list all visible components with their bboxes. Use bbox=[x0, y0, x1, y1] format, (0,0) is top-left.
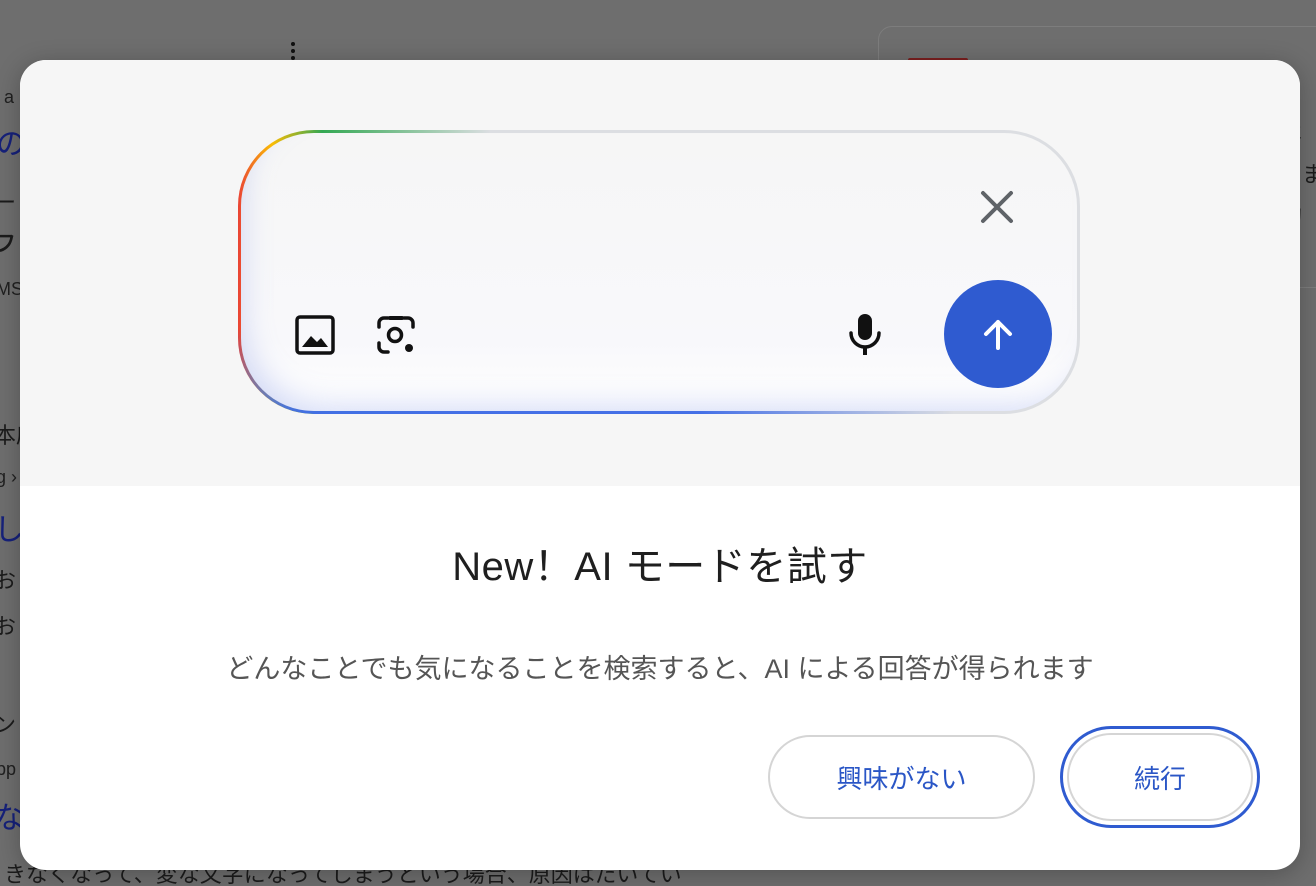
dialog-illustration bbox=[20, 60, 1300, 486]
continue-button[interactable]: 続行 bbox=[1060, 726, 1260, 828]
ai-mode-dialog: New！AI モードを試す どんなことでも気になることを検索すると、AI による… bbox=[20, 60, 1300, 870]
arrow-up-icon bbox=[984, 320, 1012, 350]
mic-icon bbox=[849, 314, 881, 355]
background-text: ー bbox=[0, 190, 17, 215]
send-button-illustration bbox=[944, 280, 1052, 388]
not-interested-button[interactable]: 興味がない bbox=[768, 735, 1035, 819]
dialog-title: New！AI モードを試す bbox=[452, 545, 868, 589]
image-icon bbox=[295, 315, 335, 355]
lens-icon bbox=[377, 316, 415, 354]
close-icon bbox=[981, 191, 1013, 223]
background-text: ン bbox=[0, 712, 17, 737]
background-text: pp bbox=[0, 759, 17, 779]
background-text: a bbox=[4, 87, 15, 107]
more-options-icon bbox=[291, 42, 296, 60]
background-text: g › bbox=[0, 467, 18, 487]
background-text: フ bbox=[0, 231, 17, 256]
dialog-description: どんなことでも気になることを検索すると、AI による回答が得られます bbox=[226, 654, 1094, 684]
background-text: お bbox=[0, 568, 17, 593]
search-box-illustration bbox=[238, 130, 1080, 414]
background-text: お bbox=[0, 614, 17, 639]
